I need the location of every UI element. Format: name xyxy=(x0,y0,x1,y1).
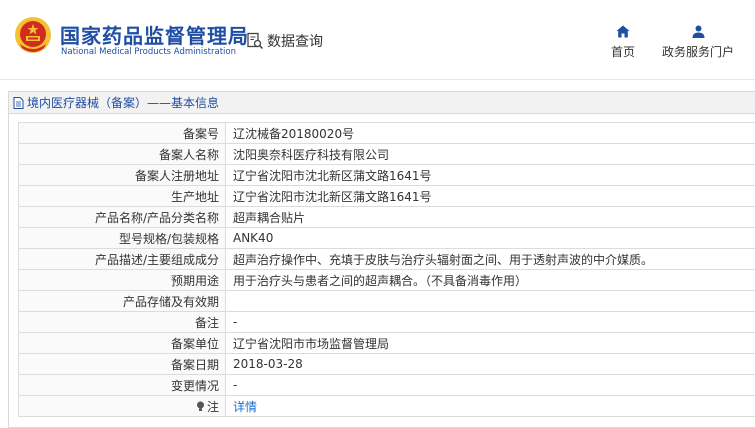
field-value: - xyxy=(225,374,755,396)
home-icon xyxy=(616,25,630,38)
field-label: 备案号 xyxy=(18,122,226,144)
field-label: 备案人名称 xyxy=(18,143,226,165)
field-label: 型号规格/包装规格 xyxy=(18,227,226,249)
national-emblem-icon xyxy=(15,17,51,53)
panel-title: 境内医疗器械（备案）——基本信息 xyxy=(27,96,220,110)
table-row: 生产地址 辽宁省沈阳市沈北新区蒲文路1641号 xyxy=(18,185,755,207)
note-label-cell: 注 xyxy=(18,395,226,417)
field-value: - xyxy=(225,311,755,333)
table-row: 备案人名称 沈阳奥奈科医疗科技有限公司 xyxy=(18,143,755,165)
user-icon xyxy=(692,25,704,38)
field-label: 备注 xyxy=(18,311,226,333)
table-row: 预期用途 用于治疗头与患者之间的超声耦合。（不具备消毒作用） xyxy=(18,269,755,291)
note-label: 注 xyxy=(206,399,219,414)
brand-title-cn: 国家药品监督管理局 xyxy=(60,24,249,48)
search-document-icon xyxy=(247,32,264,50)
field-value: 辽宁省沈阳市市场监督管理局 xyxy=(225,332,755,354)
field-label: 生产地址 xyxy=(18,185,226,207)
field-label: 预期用途 xyxy=(18,269,226,291)
data-query-link[interactable]: 数据查询 xyxy=(246,31,323,51)
table-row: 备案人注册地址 辽宁省沈阳市沈北新区蒲文路1641号 xyxy=(18,164,755,186)
table-row: 变更情况 - xyxy=(18,374,755,396)
field-value: 辽宁省沈阳市沈北新区蒲文路1641号 xyxy=(225,185,755,207)
table-row: 备注 - xyxy=(18,311,755,333)
table-row: 备案日期 2018-03-28 xyxy=(18,353,755,375)
site-header: 国家药品监督管理局 National Medical Products Admi… xyxy=(0,0,755,80)
table-row: 型号规格/包装规格 ANK40 xyxy=(18,227,755,249)
field-value: ANK40 xyxy=(225,227,755,249)
table-row: 产品名称/产品分类名称 超声耦合贴片 xyxy=(18,206,755,228)
record-table: 备案号 辽沈械备20180020号 备案人名称 沈阳奥奈科医疗科技有限公司 备案人注册地… xyxy=(18,122,755,417)
field-value: 2018-03-28 xyxy=(225,353,755,375)
field-value: 辽宁省沈阳市沈北新区蒲文路1641号 xyxy=(225,164,755,186)
nav-service-label: 政务服务门户 xyxy=(661,45,734,59)
field-label: 产品名称/产品分类名称 xyxy=(18,206,226,228)
table-row-note: 注详情 xyxy=(18,395,755,417)
table-row: 备案号 辽沈械备20180020号 xyxy=(18,122,755,144)
field-value: 用于治疗头与患者之间的超声耦合。（不具备消毒作用） xyxy=(225,269,755,291)
nav-home[interactable]: 首页 xyxy=(603,25,643,60)
nav-service-portal[interactable]: 政务服务门户 xyxy=(658,25,738,60)
data-query-label: 数据查询 xyxy=(267,34,323,50)
field-value: 辽沈械备20180020号 xyxy=(225,122,755,144)
brand-title-en: National Medical Products Administration xyxy=(61,47,236,57)
field-label: 产品描述/主要组成成分 xyxy=(18,248,226,270)
field-label: 备案日期 xyxy=(18,353,226,375)
table-row: 产品描述/主要组成成分 超声治疗操作中、充填于皮肤与治疗头辐射面之间、用于透射声波… xyxy=(18,248,755,270)
lightbulb-icon xyxy=(196,401,204,411)
nav-home-label: 首页 xyxy=(610,45,635,59)
field-label: 备案单位 xyxy=(18,332,226,354)
field-value: 沈阳奥奈科医疗科技有限公司 xyxy=(225,143,755,165)
table-row: 备案单位 辽宁省沈阳市市场监督管理局 xyxy=(18,332,755,354)
field-value xyxy=(225,290,755,312)
field-label: 备案人注册地址 xyxy=(18,164,226,186)
field-label: 产品存储及有效期 xyxy=(18,290,226,312)
field-label: 变更情况 xyxy=(18,374,226,396)
table-row: 产品存储及有效期 xyxy=(18,290,755,312)
details-link[interactable]: 详情 xyxy=(225,395,755,417)
panel-header: 境内医疗器械（备案）——基本信息 xyxy=(9,92,755,114)
field-value: 超声治疗操作中、充填于皮肤与治疗头辐射面之间、用于透射声波的中介媒质。 xyxy=(225,248,755,270)
document-icon xyxy=(13,96,24,109)
info-panel: 境内医疗器械（备案）——基本信息 备案号 辽沈械备20180020号 备案人名称 沈阳… xyxy=(8,91,755,428)
field-value: 超声耦合贴片 xyxy=(225,206,755,228)
